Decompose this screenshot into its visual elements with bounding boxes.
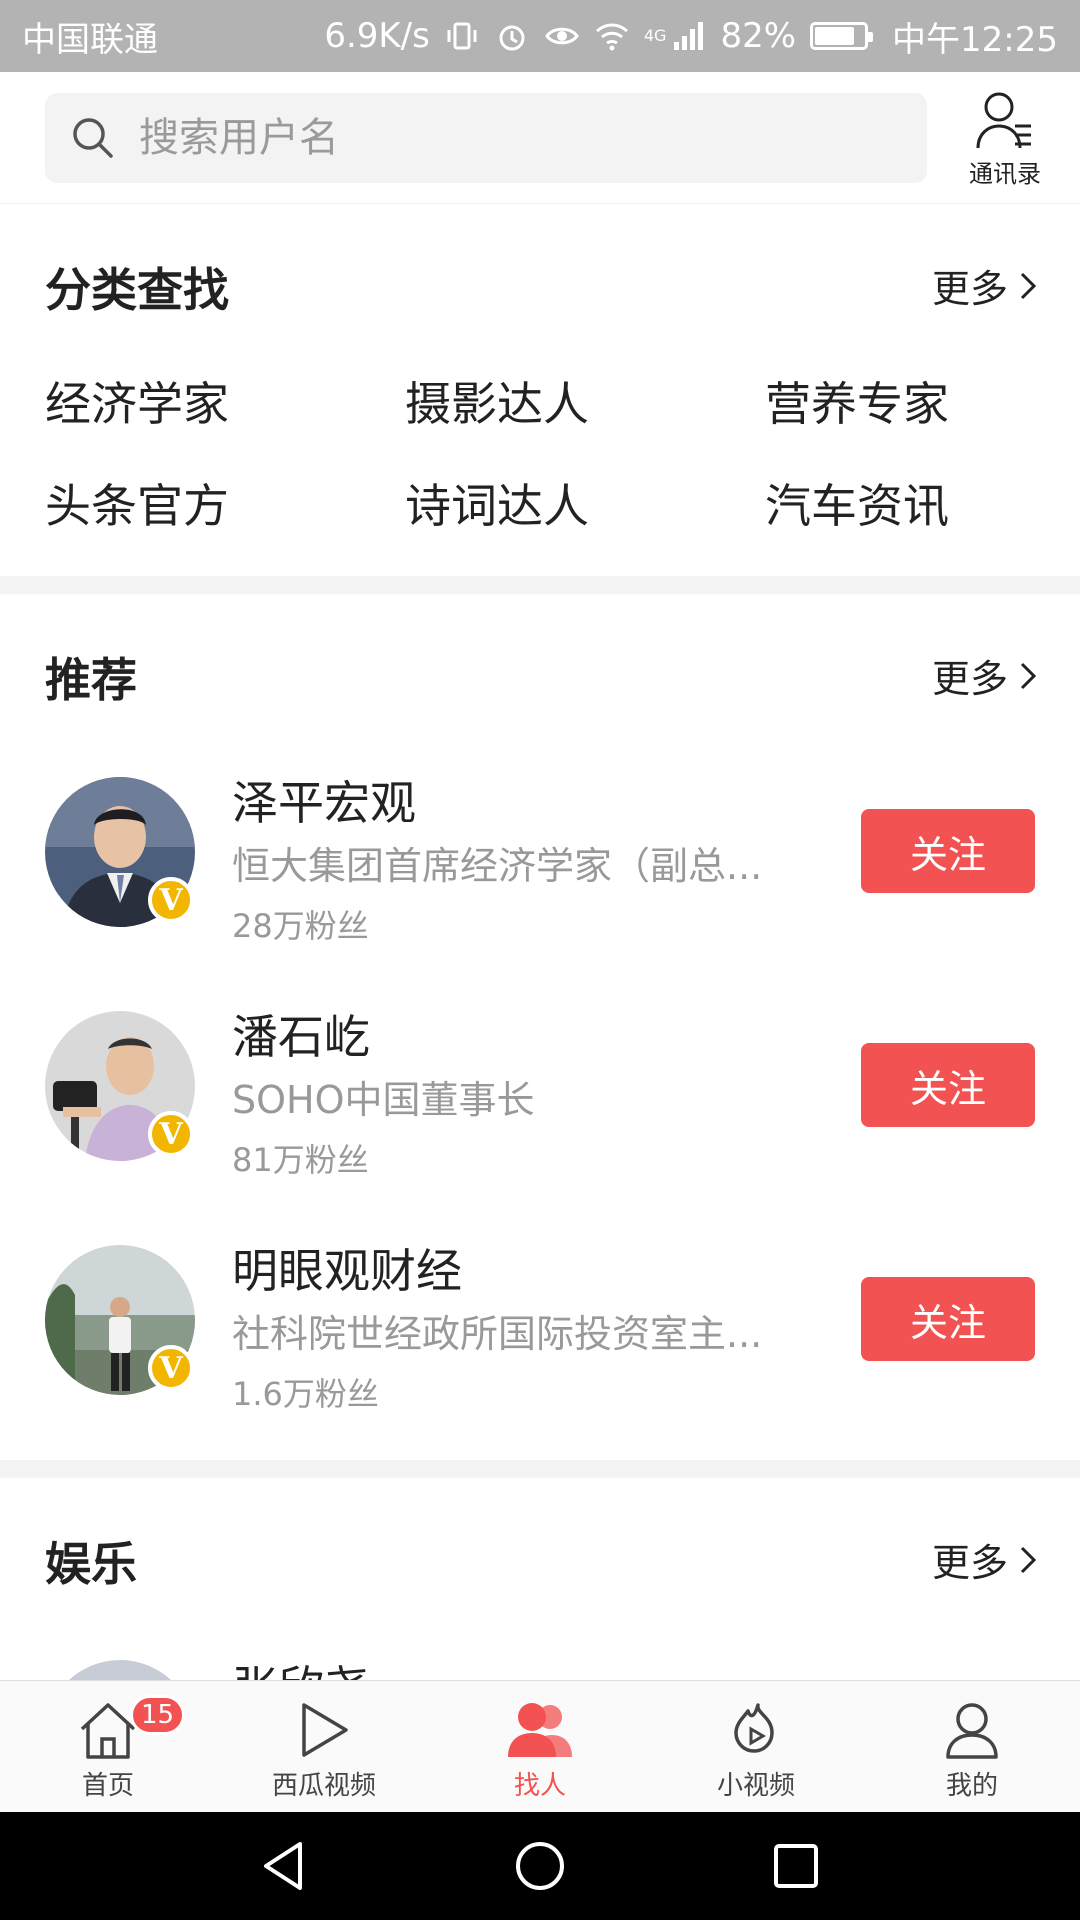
network-speed: 6.9K/s	[324, 16, 430, 56]
user-row[interactable]: V 潘石屹 SOHO中国董事长 81万粉丝 关注	[0, 1010, 1080, 1211]
user-fans: 1.6万粉丝	[232, 1375, 379, 1413]
nav-short-video-label: 小视频	[716, 1771, 795, 1801]
signal-icon	[674, 22, 704, 50]
verified-badge-icon: V	[148, 877, 194, 923]
people-icon	[508, 1703, 572, 1757]
recommend-title: 推荐	[45, 653, 137, 707]
category-more-link[interactable]: 更多	[932, 258, 1038, 313]
user-name[interactable]: 潘石屹	[232, 1001, 370, 1067]
user-description: SOHO中国董事长	[232, 1078, 535, 1122]
follow-button[interactable]: 关注	[861, 809, 1035, 893]
system-navigation-bar	[0, 1812, 1080, 1920]
entertainment-more-link[interactable]: 更多	[932, 1532, 1038, 1587]
chevron-right-icon	[1020, 1546, 1037, 1573]
verified-badge-icon: V	[148, 1345, 194, 1391]
section-divider	[0, 1460, 1080, 1478]
user-icon	[946, 1703, 998, 1759]
carrier-name: 中国联通	[22, 19, 158, 60]
short-video-icon	[734, 1703, 774, 1753]
category-title: 分类查找	[45, 263, 229, 317]
home-circle-icon[interactable]	[512, 1838, 568, 1894]
entertainment-user-row-partial[interactable]: 张欣尧	[0, 1640, 1080, 1680]
nav-xigua-video[interactable]: 西瓜视频	[216, 1681, 432, 1812]
user-name[interactable]: 明眼观财经	[232, 1235, 462, 1301]
chevron-right-icon	[1020, 272, 1037, 299]
bottom-navigation: 首页 15 西瓜视频 找人 小视频 我的	[0, 1680, 1080, 1812]
wifi-icon	[595, 23, 628, 51]
eye-icon	[545, 27, 579, 45]
nav-home[interactable]: 首页 15	[0, 1681, 216, 1812]
recents-icon[interactable]	[768, 1838, 824, 1894]
nav-me[interactable]: 我的	[864, 1681, 1080, 1812]
network-type: 4G	[643, 25, 667, 45]
follow-button[interactable]: 关注	[861, 1277, 1035, 1361]
user-row[interactable]: V 泽平宏观 恒大集团首席经济学家（副总... 28万粉丝 关注	[0, 776, 1080, 977]
search-header: 通讯录	[0, 72, 1080, 204]
nav-find-people-label: 找人	[513, 1771, 566, 1801]
recommend-more-link[interactable]: 更多	[932, 648, 1038, 703]
user-description: 恒大集团首席经济学家（副总...	[232, 844, 763, 888]
clock: 中午12:25	[892, 19, 1058, 60]
user-row[interactable]: V 明眼观财经 社科院世经政所国际投资室主... 1.6万粉丝 关注	[0, 1244, 1080, 1445]
category-official[interactable]: 头条官方	[45, 470, 229, 536]
user-fans: 81万粉丝	[232, 1141, 369, 1179]
battery-icon	[810, 22, 874, 50]
recommend-more-label: 更多	[931, 657, 1008, 701]
play-icon	[302, 1703, 348, 1757]
follow-button[interactable]: 关注	[861, 1043, 1035, 1127]
category-more-label: 更多	[931, 267, 1008, 311]
category-nutrition[interactable]: 营养专家	[765, 368, 949, 434]
contacts-label: 通讯录	[969, 160, 1041, 188]
entertainment-more-label: 更多	[931, 1541, 1008, 1585]
user-fans: 28万粉丝	[232, 907, 369, 945]
status-bar: 中国联通 6.9K/s 4G 82% 中午12:25	[0, 0, 1080, 72]
battery-fill	[815, 27, 854, 45]
nav-me-label: 我的	[945, 1771, 998, 1801]
nav-find-people[interactable]: 找人	[432, 1681, 648, 1812]
vibrate-icon	[447, 22, 477, 50]
contacts-button[interactable]: 通讯录	[955, 90, 1055, 190]
category-photography[interactable]: 摄影达人	[405, 368, 589, 434]
user-name[interactable]: 泽平宏观	[232, 767, 416, 833]
entertainment-title: 娱乐	[45, 1537, 137, 1591]
back-icon[interactable]	[256, 1838, 312, 1894]
search-icon	[73, 118, 113, 158]
search-input[interactable]	[139, 115, 899, 161]
notification-badge: 15	[130, 1695, 186, 1735]
alarm-icon	[499, 25, 525, 51]
nav-short-video[interactable]: 小视频	[648, 1681, 864, 1812]
category-auto[interactable]: 汽车资讯	[765, 470, 949, 536]
chevron-right-icon	[1020, 662, 1037, 689]
category-poetry[interactable]: 诗词达人	[405, 470, 589, 536]
nav-xigua-label: 西瓜视频	[271, 1771, 376, 1801]
user-name[interactable]: 张欣尧	[232, 1652, 370, 1680]
contacts-icon	[976, 92, 1031, 149]
nav-home-label: 首页	[81, 1771, 134, 1801]
search-box[interactable]	[45, 93, 927, 183]
verified-badge-icon: V	[148, 1111, 194, 1157]
category-economist[interactable]: 经济学家	[45, 368, 229, 434]
avatar[interactable]	[45, 1660, 195, 1680]
battery-percent: 82%	[720, 16, 797, 56]
user-description: 社科院世经政所国际投资室主...	[232, 1312, 763, 1356]
section-divider	[0, 576, 1080, 594]
